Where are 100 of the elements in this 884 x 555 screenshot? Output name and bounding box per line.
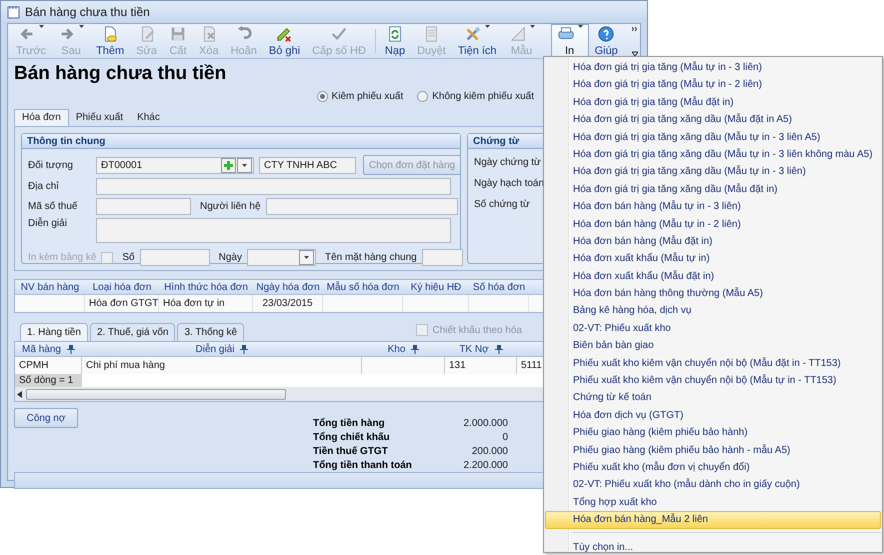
toolbar-button[interactable]: Bỏ ghi <box>262 24 306 58</box>
field-label: Số chứng từ <box>474 199 531 210</box>
menu-item[interactable]: Hóa đơn bán hàng_Mẫu 2 liên <box>545 511 881 529</box>
dropdown-button[interactable] <box>237 158 252 172</box>
column-header: Kho <box>388 342 406 356</box>
field-label: Đối tượng <box>28 160 74 170</box>
column-header: Số hóa đơn <box>472 281 526 294</box>
column-header: Loại hóa đơn <box>92 281 152 294</box>
notepad-icon <box>7 5 20 19</box>
input-field[interactable] <box>422 249 463 266</box>
column-header: Hình thức hóa đơn <box>163 281 249 294</box>
column-header: TK Nợ <box>459 342 489 356</box>
menu-item[interactable]: Hóa đơn bán hàng (Mẫu tự in - 2 liên) <box>545 216 881 233</box>
tab[interactable]: Phiếu xuất <box>68 110 130 126</box>
overflow-icon[interactable] <box>632 27 638 57</box>
dropdown-button[interactable] <box>298 250 314 265</box>
menu-item[interactable]: Hóa đơn bán hàng thông thường (Mẫu A5) <box>545 285 881 302</box>
caret-icon <box>39 25 44 28</box>
input-field[interactable]: ĐT00001 <box>96 156 254 174</box>
total-label: Tiền thuế GTGT <box>313 446 389 456</box>
scroll-left-icon[interactable] <box>17 390 22 398</box>
toolbar-button[interactable]: Thêm <box>90 24 130 58</box>
menu-item[interactable]: Hóa đơn giá trị gia tăng (Mẫu tự in - 2 liên) <box>545 76 881 94</box>
field-label: Địa chỉ <box>28 181 60 192</box>
menu-item[interactable]: Hóa đơn giá trị gia tăng (Mẫu đặt in) <box>545 94 881 112</box>
menu-item[interactable]: Phiếu giao hàng (kiêm phiếu bảo hành - mẫu A5) <box>545 442 881 459</box>
total-value: 2.200.000 <box>462 460 508 470</box>
caret-icon <box>530 25 535 28</box>
pencil-cross-icon <box>275 25 294 43</box>
total-value: 200.000 <box>470 446 508 456</box>
tab[interactable]: 1. Hàng tiền <box>20 323 88 341</box>
caret-icon <box>578 25 583 28</box>
tab[interactable]: Hóa đơn <box>14 109 69 126</box>
input-field[interactable] <box>266 198 458 215</box>
field-label: Ngày <box>218 252 242 263</box>
toolbar-button[interactable]: Tiện ích <box>452 24 503 58</box>
pin-icon <box>411 344 420 354</box>
menu-item[interactable]: Bảng kê hàng hóa, dịch vụ <box>545 302 881 320</box>
table-cell: Hóa đơn GTGT <box>85 295 159 312</box>
check-icon <box>330 25 348 43</box>
total-value: 0 <box>501 432 508 442</box>
menu-item[interactable]: Phiếu xuất kho (mẫu đơn vị chuyển đổi) <box>545 458 881 476</box>
debt-button[interactable]: Công nợ <box>14 408 78 428</box>
tab[interactable]: Khác <box>130 110 167 126</box>
field-label: Số <box>122 252 135 263</box>
menu-item[interactable]: Hóa đơn dịch vụ (GTGT) <box>545 406 881 424</box>
input-field[interactable] <box>96 218 451 243</box>
column-header: Ký hiệu HĐ <box>410 281 462 294</box>
toolbar-button[interactable]: Giúp <box>588 24 624 58</box>
menu-item[interactable]: Tổng hợp xuất kho <box>545 494 881 512</box>
column-header: NV bán hàng <box>20 281 80 294</box>
radio-button[interactable] <box>316 90 328 102</box>
input-field[interactable] <box>96 198 191 215</box>
total-label: Tổng tiền thanh toán <box>313 460 413 470</box>
date-field[interactable] <box>246 249 316 266</box>
radio-button[interactable] <box>417 90 428 102</box>
total-value: 2.000.000 <box>462 418 508 428</box>
scrollbar-thumb[interactable] <box>26 388 286 400</box>
menu-item[interactable]: Tùy chọn in... <box>545 538 881 555</box>
menu-item[interactable]: Hóa đơn giá trị gia tăng xăng dầu (Mẫu tự in - 3 liên) <box>545 163 881 181</box>
caret-icon <box>304 256 309 259</box>
menu-item[interactable]: Phiếu xuất kho kiêm vận chuyển nội bộ (Mẫu tự in - TT153) <box>545 372 881 390</box>
table-cell: 23/03/2015 <box>253 295 323 312</box>
menu-item[interactable]: 02-VT: Phiếu xuất kho (mẫu dành cho in giấy cuộn) <box>545 476 881 494</box>
menu-item[interactable]: Hóa đơn giá trị gia tăng xăng dầu (Mẫu đặt in A5) <box>545 111 881 129</box>
column-header: Diễn giải <box>196 342 234 356</box>
caret-icon <box>242 164 247 166</box>
menu-item[interactable]: Hóa đơn xuất khẩu (Mẫu tự in) <box>545 250 881 268</box>
menu-item[interactable]: Hóa đơn xuất khẩu (Mẫu đặt in) <box>545 268 881 286</box>
triangle-ruler-icon <box>508 25 527 43</box>
tab[interactable]: 2. Thuế, giá vốn <box>90 323 176 341</box>
menu-item[interactable]: Chứng từ kế toán <box>545 389 881 407</box>
toolbar-button[interactable]: In <box>550 24 589 58</box>
input-field[interactable] <box>96 178 451 195</box>
menu-item[interactable]: Hóa đơn bán hàng (Mẫu đặt in) <box>545 232 881 250</box>
input-field[interactable] <box>140 249 210 266</box>
menu-item[interactable]: Hóa đơn giá trị gia tăng xăng dầu (Mẫu đặt in) <box>545 180 881 198</box>
menu-item[interactable]: 02-VT: Phiếu xuất kho <box>545 320 881 338</box>
column-header: Ngày hóa đơn <box>255 281 321 294</box>
field-label: Người liên hệ <box>200 201 261 212</box>
input-field[interactable]: CTY TNHH ABC <box>259 156 356 174</box>
field-label: Mã số thuế <box>28 201 78 212</box>
help-icon <box>597 25 616 43</box>
checkbox-label: Chiết khấu theo hóa <box>432 324 522 336</box>
radio-label: Kiêm phiếu xuất <box>332 90 404 102</box>
menu-item[interactable]: Hóa đơn giá trị gia tăng (Mẫu tự in - 3 liên) <box>545 59 881 76</box>
pin-icon <box>240 344 248 354</box>
pin-icon <box>494 344 503 354</box>
radio-label: Không kiêm phiếu xuất <box>432 90 534 102</box>
tab[interactable]: 3. Thống kê <box>177 323 244 341</box>
column-header: Mã hàng <box>22 342 61 356</box>
page-heading: Bán hàng chưa thu tiền <box>14 63 226 86</box>
menu-item[interactable]: Phiếu giao hàng (kiêm phiếu bảo hành) <box>545 424 881 442</box>
field-label: Ngày chứng từ <box>474 157 541 168</box>
pin-icon <box>66 344 75 354</box>
field-label: In kèm bảng kê <box>28 252 96 263</box>
toolbar-button[interactable]: Nạp <box>378 24 412 58</box>
menu-item[interactable]: Biên bản bàn giao <box>545 337 881 355</box>
menu-item[interactable]: Hóa đơn bán hàng (Mẫu tự in - 3 liên) <box>545 198 881 216</box>
group-title: Thông tin chung <box>22 134 460 149</box>
